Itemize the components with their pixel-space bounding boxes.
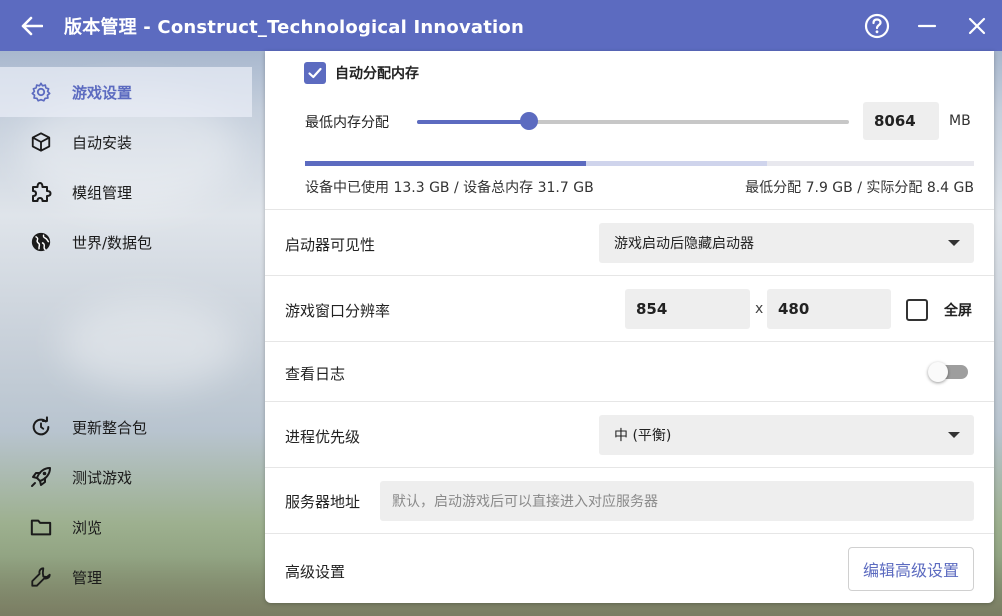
server-label: 服务器地址 [285, 493, 361, 511]
resolution-separator: x [755, 301, 764, 317]
log-toggle[interactable] [928, 362, 968, 382]
sidebar-item-test-game[interactable]: 测试游戏 [0, 452, 252, 502]
auto-allocate-label: 自动分配内存 [335, 66, 419, 82]
minimize-button[interactable] [902, 0, 952, 51]
rocket-icon [28, 464, 54, 490]
log-row: 查看日志 [265, 341, 994, 401]
settings-panel: 自动分配内存 最低内存分配 8064 MB 设备中已使用 13.3 GB / 设… [265, 51, 994, 603]
help-button[interactable] [852, 0, 902, 51]
memory-unit: MB [949, 113, 971, 129]
sidebar-item-label: 浏览 [72, 518, 103, 537]
priority-row: 进程优先级 中 (平衡) [265, 401, 994, 467]
memory-used-bar [305, 161, 586, 166]
sidebar-item-manage[interactable]: 管理 [0, 552, 252, 602]
memory-usage-text: 设备中已使用 13.3 GB / 设备总内存 31.7 GB [305, 180, 594, 196]
memory-usage-bar [305, 161, 974, 166]
folder-icon [28, 514, 54, 540]
sidebar-item-label: 模组管理 [72, 183, 133, 202]
auto-allocate-checkbox[interactable] [304, 62, 326, 84]
puzzle-icon [28, 179, 54, 205]
help-icon [864, 13, 890, 38]
advanced-label: 高级设置 [285, 563, 346, 581]
wrench-icon [28, 564, 54, 590]
cube-icon [28, 129, 54, 155]
server-row: 服务器地址 默认，启动游戏后可以直接进入对应服务器 [265, 467, 994, 533]
memory-slider-thumb[interactable] [520, 112, 539, 130]
launcher-visibility-select[interactable]: 游戏启动后隐藏启动器 [599, 223, 974, 263]
launcher-visibility-value: 游戏启动后隐藏启动器 [614, 236, 754, 252]
log-label: 查看日志 [285, 365, 346, 383]
sidebar-item-browse[interactable]: 浏览 [0, 502, 252, 552]
memory-allocation-text: 最低分配 7.9 GB / 实际分配 8.4 GB [745, 180, 974, 196]
sidebar-item-label: 测试游戏 [72, 468, 133, 487]
minimize-icon [917, 24, 937, 27]
advanced-row: 高级设置 编辑高级设置 [265, 533, 994, 603]
sidebar-item-label: 自动安装 [72, 133, 133, 152]
check-icon [308, 67, 322, 79]
sidebar-item-label: 游戏设置 [72, 83, 133, 102]
priority-value: 中 (平衡) [614, 428, 672, 444]
gear-icon [28, 79, 54, 105]
memory-slider-fill [417, 120, 530, 124]
launcher-visibility-row: 启动器可见性 游戏启动后隐藏启动器 [265, 209, 994, 275]
memory-allocated-bar [585, 161, 767, 166]
server-address-input[interactable]: 默认，启动游戏后可以直接进入对应服务器 [380, 481, 974, 521]
close-icon [968, 17, 986, 34]
title-bar: 版本管理 - Construct_Technological Innovatio… [0, 0, 1002, 51]
sidebar-item-label: 更新整合包 [72, 418, 148, 437]
sidebar: 游戏设置 自动安装 模组管理 世界/数据包 更新整合包 测试游戏 浏览 管理 [0, 51, 265, 616]
globe-icon [28, 229, 54, 255]
arrow-left-icon [21, 16, 43, 35]
sidebar-item-label: 管理 [72, 568, 103, 587]
fullscreen-checkbox[interactable] [906, 299, 928, 321]
close-button[interactable] [952, 0, 1002, 51]
sidebar-item-label: 世界/数据包 [72, 233, 153, 252]
sidebar-item-game-settings[interactable]: 游戏设置 [0, 67, 252, 117]
dropdown-arrow-icon [948, 432, 960, 438]
sidebar-item-worlds[interactable]: 世界/数据包 [0, 217, 252, 267]
resolution-row: 游戏窗口分辨率 854 x 480 全屏 [265, 275, 994, 341]
sidebar-item-auto-install[interactable]: 自动安装 [0, 117, 252, 167]
edit-advanced-settings-button[interactable]: 编辑高级设置 [848, 547, 974, 591]
toggle-knob [928, 362, 948, 382]
back-button[interactable] [0, 0, 64, 51]
window-title: 版本管理 - Construct_Technological Innovatio… [64, 16, 525, 38]
resolution-label: 游戏窗口分辨率 [285, 302, 391, 320]
sidebar-item-mods[interactable]: 模组管理 [0, 167, 252, 217]
min-memory-input[interactable]: 8064 [863, 102, 939, 140]
resolution-height-input[interactable]: 480 [767, 289, 891, 329]
priority-label: 进程优先级 [285, 428, 361, 446]
server-address-placeholder: 默认，启动游戏后可以直接进入对应服务器 [392, 494, 658, 510]
sidebar-item-update-pack[interactable]: 更新整合包 [0, 402, 252, 452]
launcher-visibility-label: 启动器可见性 [285, 236, 376, 254]
fullscreen-label: 全屏 [944, 303, 972, 319]
dropdown-arrow-icon [948, 240, 960, 246]
min-memory-label: 最低内存分配 [305, 115, 389, 131]
resolution-width-input[interactable]: 854 [625, 289, 750, 329]
memory-section: 自动分配内存 最低内存分配 8064 MB 设备中已使用 13.3 GB / 设… [265, 51, 994, 209]
priority-select[interactable]: 中 (平衡) [599, 415, 974, 455]
memory-slider[interactable] [417, 112, 849, 130]
refresh-icon [28, 414, 54, 440]
